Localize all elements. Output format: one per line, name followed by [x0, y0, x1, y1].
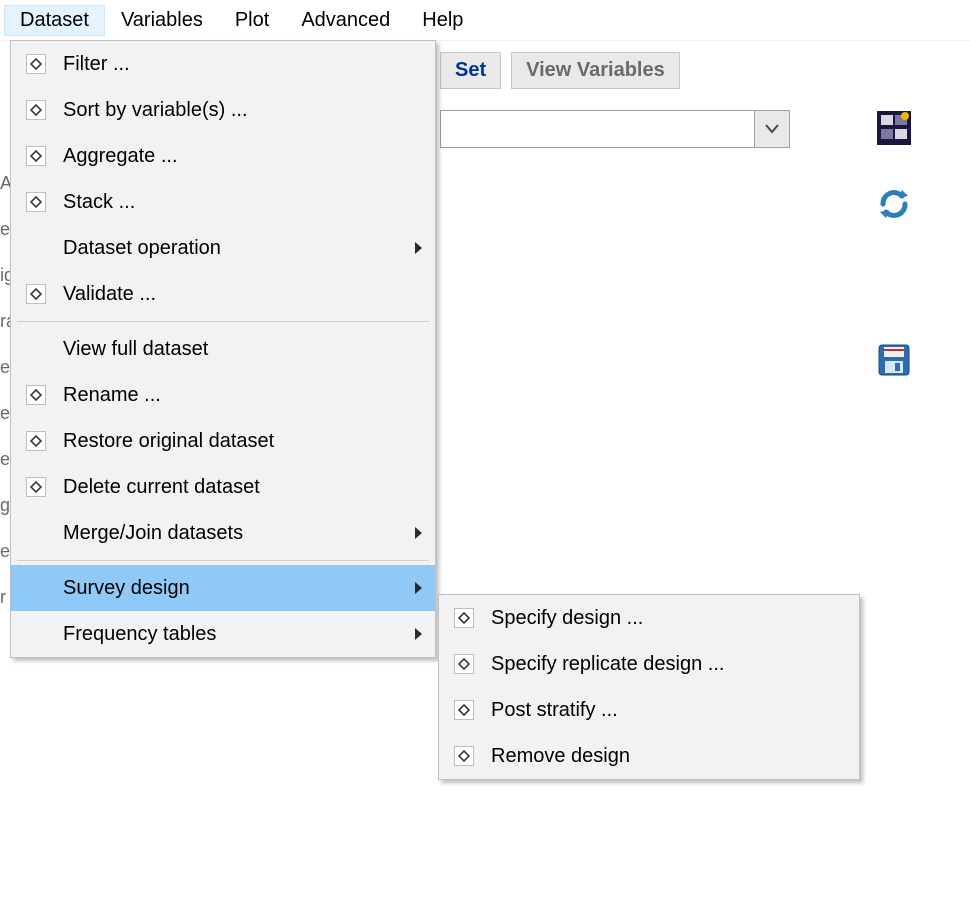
submenu-item-specify-replicate-design[interactable]: Specify replicate design ... [439, 641, 859, 687]
obscured-text: g [0, 482, 10, 528]
menu-item-label: Delete current dataset [57, 476, 409, 499]
diamond-icon [15, 385, 57, 405]
obscured-text: e [0, 206, 10, 252]
menu-item-merge-join-datasets[interactable]: Merge/Join datasets [11, 510, 435, 556]
menu-item-label: Post stratify ... [485, 699, 851, 722]
submenu-arrow-icon [409, 241, 427, 255]
obscured-text: e [0, 528, 10, 574]
menu-top-help[interactable]: Help [406, 5, 479, 36]
submenu-item-post-stratify[interactable]: Post stratify ... [439, 687, 859, 733]
diamond-icon [443, 654, 485, 674]
panel-grid-icon[interactable] [876, 110, 912, 146]
menu-item-label: Merge/Join datasets [57, 522, 409, 545]
menu-top-variables[interactable]: Variables [105, 5, 219, 36]
obscured-text: e [0, 436, 10, 482]
menu-item-delete-current-dataset[interactable]: Delete current dataset [11, 464, 435, 510]
side-icon-column [876, 110, 912, 378]
diamond-icon [15, 284, 57, 304]
menu-item-stack[interactable]: Stack ... [11, 179, 435, 225]
menu-top-dataset[interactable]: Dataset [4, 5, 105, 36]
diamond-icon [15, 100, 57, 120]
submenu-item-remove-design[interactable]: Remove design [439, 733, 859, 779]
diamond-icon [443, 608, 485, 628]
diamond-icon [443, 700, 485, 720]
diamond-icon [15, 431, 57, 451]
dataset-menu: Filter ... Sort by variable(s) ... Aggrega… [10, 40, 436, 658]
submenu-item-specify-design[interactable]: Specify design ... [439, 595, 859, 641]
obscured-text: e [0, 344, 10, 390]
menu-item-frequency-tables[interactable]: Frequency tables [11, 611, 435, 657]
menu-item-validate[interactable]: Validate ... [11, 271, 435, 317]
menu-top-plot[interactable]: Plot [219, 5, 285, 36]
refresh-icon[interactable] [876, 186, 912, 222]
menu-item-rename[interactable]: Rename ... [11, 372, 435, 418]
menu-item-label: Specify replicate design ... [485, 653, 851, 676]
menu-item-label: Filter ... [57, 53, 409, 76]
set-button[interactable]: Set [440, 52, 501, 89]
menu-item-survey-design[interactable]: Survey design [11, 565, 435, 611]
menu-item-label: Restore original dataset [57, 430, 409, 453]
obscured-text: ig [0, 252, 10, 298]
menu-item-label: Stack ... [57, 191, 409, 214]
variable-combobox[interactable] [440, 110, 790, 148]
menu-item-label: Remove design [485, 745, 851, 768]
menu-item-view-full-dataset[interactable]: View full dataset [11, 326, 435, 372]
diamond-icon [15, 146, 57, 166]
submenu-arrow-icon [409, 627, 427, 641]
diamond-icon [15, 54, 57, 74]
submenu-arrow-icon [409, 526, 427, 540]
menu-item-label: Dataset operation [57, 237, 409, 260]
menu-item-label: Specify design ... [485, 607, 851, 630]
obscured-left-gutter: Aeigraeeeger [0, 160, 10, 620]
obscured-text: r [0, 574, 10, 620]
menu-item-dataset-operation[interactable]: Dataset operation [11, 225, 435, 271]
menu-item-restore-original-dataset[interactable]: Restore original dataset [11, 418, 435, 464]
view-variables-button[interactable]: View Variables [511, 52, 680, 89]
menu-item-filter[interactable]: Filter ... [11, 41, 435, 87]
submenu-arrow-icon [409, 581, 427, 595]
menu-item-label: Frequency tables [57, 623, 409, 646]
survey-design-submenu: Specify design ... Specify replicate desi… [438, 594, 860, 780]
menu-separator [17, 560, 429, 561]
menu-item-label: Rename ... [57, 384, 409, 407]
menu-item-label: Aggregate ... [57, 145, 409, 168]
menu-item-label: Validate ... [57, 283, 409, 306]
menu-item-label: Survey design [57, 577, 409, 600]
obscured-text: A [0, 160, 10, 206]
chevron-down-icon[interactable] [754, 111, 789, 147]
obscured-text: ra [0, 298, 10, 344]
diamond-icon [15, 477, 57, 497]
menu-separator [17, 321, 429, 322]
save-icon[interactable] [876, 342, 912, 378]
menu-item-sort-by-variable-s[interactable]: Sort by variable(s) ... [11, 87, 435, 133]
combobox-value [441, 111, 754, 147]
toolbar: Set View Variables [440, 52, 680, 89]
menu-item-label: View full dataset [57, 338, 409, 361]
obscured-text: e [0, 390, 10, 436]
menu-item-aggregate[interactable]: Aggregate ... [11, 133, 435, 179]
diamond-icon [443, 746, 485, 766]
menu-item-label: Sort by variable(s) ... [57, 99, 409, 122]
menu-top-advanced[interactable]: Advanced [285, 5, 406, 36]
menubar: DatasetVariablesPlotAdvancedHelp [0, 0, 970, 41]
diamond-icon [15, 192, 57, 212]
